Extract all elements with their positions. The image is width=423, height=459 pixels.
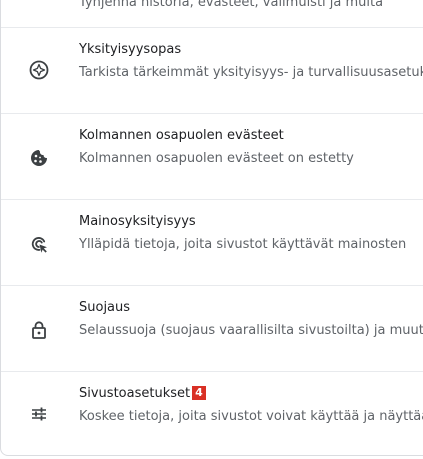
cookie-icon — [27, 146, 51, 170]
privacy-guide-title: Yksityisyysopas — [79, 42, 182, 57]
security-row[interactable]: Suojaus Selaussuoja (suojaus vaarallisil… — [1, 285, 423, 371]
lock-icon — [27, 318, 51, 342]
privacy-settings-card: Tyhjennä historia, evästeet, välimuisti … — [0, 0, 423, 456]
clear-history-subtitle: Tyhjennä historia, evästeet, välimuisti … — [79, 0, 384, 10]
callout-number-badge: 4 — [192, 386, 206, 400]
site-settings-title: Sivustoasetukset 4 — [79, 386, 206, 401]
third-party-cookies-row[interactable]: Kolmannen osapuolen evästeet Kolmannen o… — [1, 113, 423, 199]
site-settings-row[interactable]: Sivustoasetukset 4 Koskee tietoja, joita … — [1, 371, 423, 455]
ad-privacy-subtitle: Ylläpidä tietoja, joita sivustot käyttäv… — [79, 237, 407, 252]
third-party-cookies-title: Kolmannen osapuolen evästeet — [79, 128, 284, 143]
ad-privacy-title: Mainosyksityisyys — [79, 214, 196, 229]
compass-icon — [27, 58, 51, 82]
ad-privacy-icon — [27, 232, 51, 256]
site-settings-subtitle: Koskee tietoja, joita sivustot voivat kä… — [79, 409, 423, 424]
tune-icon — [27, 402, 51, 426]
security-subtitle: Selaussuoja (suojaus vaarallisilta sivus… — [79, 323, 423, 338]
security-title: Suojaus — [79, 300, 131, 315]
ad-privacy-row[interactable]: Mainosyksityisyys Ylläpidä tietoja, joit… — [1, 199, 423, 285]
privacy-guide-subtitle: Tarkista tärkeimmät yksityisyys- ja turv… — [79, 65, 423, 80]
third-party-cookies-subtitle: Kolmannen osapuolen evästeet on estetty — [79, 151, 354, 166]
site-settings-title-text: Sivustoasetukset — [79, 386, 191, 401]
privacy-guide-row[interactable]: Yksityisyysopas Tarkista tärkeimmät yksi… — [1, 27, 423, 113]
